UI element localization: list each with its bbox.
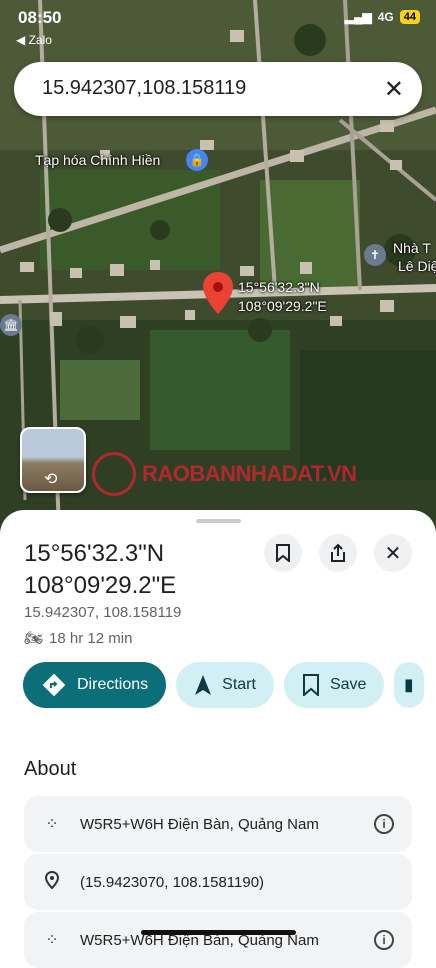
status-icons: ▂▄▆ 4G 44 xyxy=(345,10,420,24)
about-heading: About xyxy=(24,758,77,780)
plus-code-icon: ⁘ xyxy=(45,816,59,833)
close-icon: ✕ xyxy=(384,542,402,565)
directions-icon xyxy=(42,673,66,697)
museum-poi-icon[interactable]: 🏛 xyxy=(0,314,22,336)
map-label-church-1[interactable]: Nhà T xyxy=(393,240,431,256)
back-to-app-link[interactable]: ◀ Zalo xyxy=(16,33,52,47)
search-bar[interactable]: 15.942307,108.158119 ✕ xyxy=(14,62,422,116)
pin-label-lng: 108°09'29.2"E xyxy=(238,298,327,314)
search-query[interactable]: 15.942307,108.158119 xyxy=(42,77,246,100)
place-title-lng: 108°09'29.2"E xyxy=(24,572,177,599)
location-marker-icon xyxy=(24,870,80,894)
pin-label-lat: 15°56'32.3"N xyxy=(238,279,320,295)
drag-handle[interactable] xyxy=(196,519,241,523)
start-label: Start xyxy=(222,676,256,693)
battery-icon: 44 xyxy=(399,10,420,24)
save-bookmark-icon xyxy=(302,674,319,696)
home-indicator[interactable] xyxy=(141,930,296,935)
directions-button[interactable]: Directions xyxy=(23,662,167,708)
travel-time: 🏍 18 hr 12 min xyxy=(24,629,133,648)
bookmark-icon xyxy=(276,544,290,562)
shop-poi-icon[interactable]: 🔒 xyxy=(186,149,208,171)
plus-code-row-2[interactable]: ⁘ W5R5+W6H Điện Bàn, Quảng Nam i xyxy=(24,912,412,968)
more-action-icon: ▮ xyxy=(404,677,414,694)
start-button[interactable]: Start xyxy=(176,662,274,708)
clear-search-icon[interactable]: ✕ xyxy=(384,75,404,104)
street-view-thumbnail[interactable]: ⟲ xyxy=(20,427,86,493)
close-sheet-button[interactable]: ✕ xyxy=(374,534,412,572)
map-view[interactable]: 08:50 ◀ Zalo ▂▄▆ 4G 44 15.942307,108.158… xyxy=(0,0,436,560)
map-label-shop[interactable]: Tạp hóa Chính Hiền xyxy=(35,152,160,168)
church-poi-icon[interactable]: ✝ xyxy=(364,244,386,266)
more-action-button[interactable]: ▮ xyxy=(394,662,425,708)
plus-code-icon: ⁘ xyxy=(45,932,59,949)
place-title-lat: 15°56'32.3"N xyxy=(24,540,165,567)
travel-time-text: 18 hr 12 min xyxy=(49,629,133,647)
watermark-text: RAOBANNHADAT.VN xyxy=(142,461,357,486)
bookmark-button[interactable] xyxy=(264,534,302,572)
place-title: 15°56'32.3"N 108°09'29.2"E xyxy=(24,538,176,602)
watermark: RAOBANNHADAT.VN xyxy=(92,452,357,496)
network-type: 4G xyxy=(377,10,394,24)
share-button[interactable] xyxy=(319,534,357,572)
coordinates-text: (15.9423070, 108.1581190) xyxy=(80,873,265,891)
watermark-logo xyxy=(92,452,136,496)
pin-coordinates-label: 15°56'32.3"N 108°09'29.2"E xyxy=(238,278,327,316)
share-icon xyxy=(331,543,345,562)
info-icon[interactable]: i xyxy=(374,930,394,950)
decimal-coordinates: 15.942307, 108.158119 xyxy=(24,604,182,621)
info-icon[interactable]: i xyxy=(374,814,394,834)
place-bottom-sheet[interactable]: 15°56'32.3"N 108°09'29.2"E ✕ 15.942307, … xyxy=(0,510,436,968)
coordinates-row[interactable]: (15.9423070, 108.1581190) xyxy=(24,854,412,910)
plus-code-row[interactable]: ⁘ W5R5+W6H Điện Bàn, Quảng Nam i xyxy=(24,796,412,852)
directions-label: Directions xyxy=(77,676,149,693)
navigation-arrow-icon xyxy=(195,675,212,695)
save-button[interactable]: Save xyxy=(283,662,385,708)
signal-icon: ▂▄▆ xyxy=(344,10,372,24)
street-view-rotate-icon: ⟲ xyxy=(44,471,58,488)
action-chips: Directions Start Save ▮ xyxy=(23,662,425,708)
save-label: Save xyxy=(329,676,367,693)
motorbike-icon: 🏍 xyxy=(24,630,44,647)
status-bar: 08:50 ◀ Zalo ▂▄▆ 4G 44 xyxy=(0,0,436,52)
map-label-church-2[interactable]: Lê Diệ xyxy=(398,258,436,274)
status-time: 08:50 xyxy=(18,8,62,27)
plus-code-text: W5R5+W6H Điện Bàn, Quảng Nam xyxy=(80,815,319,833)
